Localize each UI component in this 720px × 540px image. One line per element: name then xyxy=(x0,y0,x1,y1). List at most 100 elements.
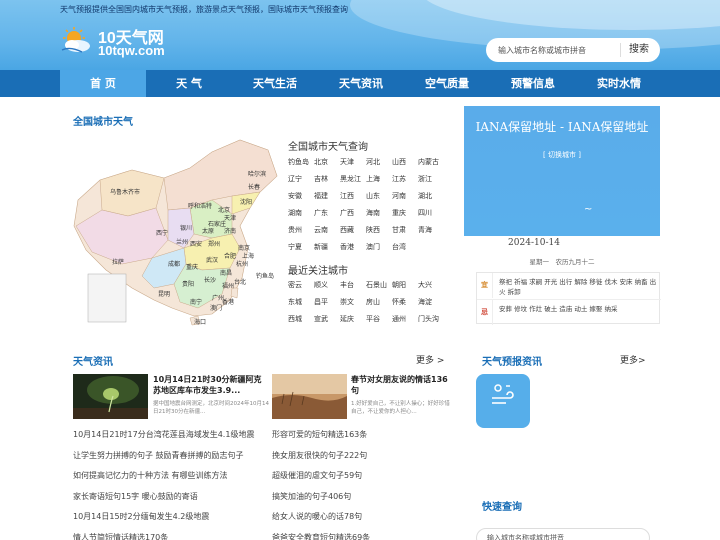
map-label-jinan[interactable]: 济南 xyxy=(224,227,236,235)
city-link[interactable]: 江苏 xyxy=(392,171,418,188)
search-button[interactable]: 搜索 xyxy=(620,43,649,57)
china-map[interactable]: 乌鲁木齐市 哈尔滨 长春 呼和浩特 北京 沈阳 天津 石家庄 银川 太原 济南 … xyxy=(72,138,282,328)
hot-city-link[interactable]: 房山 xyxy=(366,294,392,311)
city-link[interactable]: 湖南 xyxy=(288,205,314,222)
news-link[interactable]: 如何提高记忆力的十种方法 有哪些训练方法 xyxy=(73,466,263,487)
hot-city-link[interactable]: 通州 xyxy=(392,311,418,328)
city-link[interactable]: 黑龙江 xyxy=(340,171,366,188)
city-link[interactable]: 安徽 xyxy=(288,188,314,205)
hot-city-link[interactable]: 崇文 xyxy=(340,294,366,311)
nav-water[interactable]: 实时水情 xyxy=(576,70,662,97)
city-link[interactable]: 钓鱼岛 xyxy=(288,154,314,171)
map-label-guiyang[interactable]: 贵阳 xyxy=(182,280,194,288)
city-link[interactable]: 河南 xyxy=(392,188,418,205)
map-label-changchun[interactable]: 长春 xyxy=(248,183,260,191)
map-label-lanzhou[interactable]: 兰州 xyxy=(176,238,188,246)
map-label-wuhan[interactable]: 武汉 xyxy=(206,256,218,264)
city-link[interactable]: 四川 xyxy=(418,205,444,222)
map-label-chongqing[interactable]: 重庆 xyxy=(186,263,198,271)
city-link[interactable]: 西藏 xyxy=(340,222,366,239)
city-link[interactable]: 福建 xyxy=(314,188,340,205)
city-link[interactable]: 山西 xyxy=(392,154,418,171)
city-link[interactable]: 云南 xyxy=(314,222,340,239)
news-more-link[interactable]: 更多 > xyxy=(416,353,444,366)
map-label-xining[interactable]: 西宁 xyxy=(156,229,168,237)
map-label-yinchuan[interactable]: 银川 xyxy=(180,224,192,232)
hot-city-link[interactable]: 东城 xyxy=(288,294,314,311)
news-link[interactable]: 家长寄语短句15字 暖心鼓励的寄语 xyxy=(73,487,263,508)
map-label-zhengzhou[interactable]: 郑州 xyxy=(208,240,220,248)
city-link[interactable]: 贵州 xyxy=(288,222,314,239)
city-link[interactable]: 新疆 xyxy=(314,239,340,256)
news-link[interactable]: 10月14日15时2分缅甸发生4.2级地震 xyxy=(73,507,263,528)
city-link[interactable]: 浙江 xyxy=(418,171,444,188)
map-label-urumqi[interactable]: 乌鲁木齐市 xyxy=(110,188,140,196)
hot-city-link[interactable]: 大兴 xyxy=(418,277,444,294)
news-image-1[interactable] xyxy=(73,374,148,419)
city-link[interactable]: 天津 xyxy=(340,154,366,171)
city-link[interactable]: 陕西 xyxy=(366,222,392,239)
search-input[interactable] xyxy=(486,45,620,55)
city-link[interactable]: 上海 xyxy=(366,171,392,188)
city-link[interactable]: 辽宁 xyxy=(288,171,314,188)
forecast-news-more-link[interactable]: 更多> xyxy=(620,353,646,366)
map-label-taiyuan[interactable]: 太原 xyxy=(202,227,214,235)
city-link[interactable]: 山东 xyxy=(366,188,392,205)
hot-city-link[interactable]: 顺义 xyxy=(314,277,340,294)
nav-home[interactable]: 首 页 xyxy=(60,70,146,97)
map-label-taipei[interactable]: 台北 xyxy=(234,278,246,286)
city-link[interactable]: 甘肃 xyxy=(392,222,418,239)
city-link[interactable]: 广西 xyxy=(340,205,366,222)
news-link[interactable]: 搞笑加油的句子406句 xyxy=(272,487,452,508)
site-logo[interactable]: 10天气网 10tqw.com xyxy=(60,24,200,60)
nav-weather[interactable]: 天 气 xyxy=(146,70,232,97)
nav-warnings[interactable]: 预警信息 xyxy=(490,70,576,97)
map-label-hefei[interactable]: 合肥 xyxy=(224,252,236,260)
map-label-chengdu[interactable]: 成都 xyxy=(168,260,180,268)
city-link[interactable]: 河北 xyxy=(366,154,392,171)
hot-city-link[interactable]: 朝阳 xyxy=(392,277,418,294)
news-link[interactable]: 给女人说的暖心的话78句 xyxy=(272,507,452,528)
city-link[interactable]: 台湾 xyxy=(392,239,418,256)
hot-city-link[interactable]: 丰台 xyxy=(340,277,366,294)
map-label-nanjing[interactable]: 南京 xyxy=(238,244,250,252)
map-label-diaoyudao[interactable]: 钓鱼岛 xyxy=(256,272,274,280)
city-link[interactable]: 海南 xyxy=(366,205,392,222)
city-link[interactable]: 吉林 xyxy=(314,171,340,188)
hot-city-link[interactable]: 怀柔 xyxy=(392,294,418,311)
map-label-haikou[interactable]: 海口 xyxy=(194,318,206,326)
map-label-macau[interactable]: 澳门 xyxy=(210,304,222,312)
news-link[interactable]: 情人节简短情话精选170条 xyxy=(73,528,263,540)
map-label-harbin[interactable]: 哈尔滨 xyxy=(248,170,266,178)
city-link[interactable]: 北京 xyxy=(314,154,340,171)
map-label-hohhot[interactable]: 呼和浩特 xyxy=(188,202,212,210)
forecast-news-thumbnail[interactable] xyxy=(476,374,530,428)
map-label-kunming[interactable]: 昆明 xyxy=(158,291,170,298)
hot-city-link[interactable]: 平谷 xyxy=(366,311,392,328)
news-image-2[interactable] xyxy=(272,374,347,419)
hot-city-link[interactable]: 宣武 xyxy=(314,311,340,328)
news-link[interactable]: 10月14日21时17分台湾花莲县海域发生4.1级地震 xyxy=(73,425,263,446)
feature-news-2-title[interactable]: 春节对女朋友说的情话136句 xyxy=(351,374,451,396)
city-link[interactable]: 广东 xyxy=(314,205,340,222)
news-link[interactable]: 爸爸安全教育短句精选69条 xyxy=(272,528,452,540)
city-link[interactable]: 香港 xyxy=(340,239,366,256)
map-label-nanchang[interactable]: 南昌 xyxy=(220,269,232,277)
hot-city-link[interactable]: 延庆 xyxy=(340,311,366,328)
hot-city-link[interactable]: 昌平 xyxy=(314,294,340,311)
city-link[interactable]: 湖北 xyxy=(418,188,444,205)
map-label-hangzhou[interactable]: 杭州 xyxy=(236,260,248,268)
map-label-hongkong[interactable]: 香港 xyxy=(222,298,234,306)
city-link[interactable]: 内蒙古 xyxy=(418,154,444,171)
map-label-beijing[interactable]: 北京 xyxy=(218,206,230,214)
hot-city-link[interactable]: 密云 xyxy=(288,277,314,294)
city-link[interactable]: 澳门 xyxy=(366,239,392,256)
nav-air-quality[interactable]: 空气质量 xyxy=(404,70,490,97)
nav-weather-news[interactable]: 天气资讯 xyxy=(318,70,404,97)
feature-news-1-title[interactable]: 10月14日21时30分新疆阿克苏地区库车市发生3.9... xyxy=(153,374,269,396)
news-link[interactable]: 形容可爱的短句精选163条 xyxy=(272,425,452,446)
hot-city-link[interactable]: 海淀 xyxy=(418,294,444,311)
quick-search-input[interactable] xyxy=(477,529,617,540)
map-label-lhasa[interactable]: 拉萨 xyxy=(112,258,124,266)
city-link[interactable]: 江西 xyxy=(340,188,366,205)
